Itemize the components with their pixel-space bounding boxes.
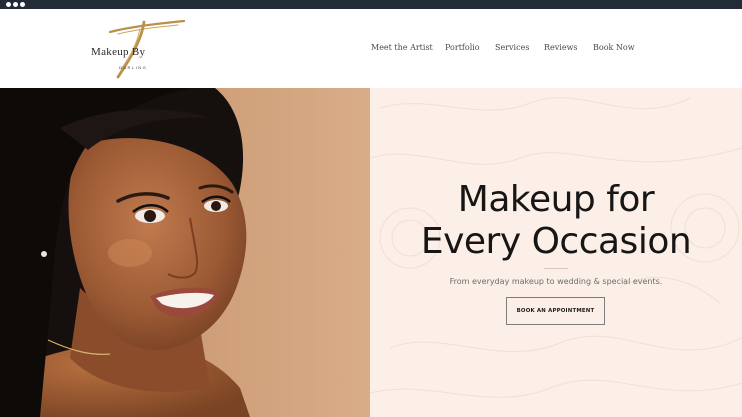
site-header: Makeup By DARLING Meet the Artist Portfo… [0,9,742,88]
hero-text-panel: Makeup for Every Occasion From everyday … [370,88,742,417]
hero-portrait-image [0,88,370,417]
logo-subtitle: DARLING [119,65,148,70]
main-navigation: Meet the Artist Portfolio Services Revie… [0,43,742,57]
book-appointment-button[interactable]: BOOK AN APPOINTMENT [506,297,605,325]
nav-link-book-now[interactable]: Book Now [593,43,635,52]
hero-heading-line-2: Every Occasion [420,221,692,262]
window-maximize-dot[interactable] [20,2,25,7]
window-minimize-dot[interactable] [13,2,18,7]
portrait-illustration [0,88,370,417]
browser-title-bar [0,0,742,9]
hero-section: Makeup for Every Occasion From everyday … [0,88,742,417]
nav-link-reviews[interactable]: Reviews [544,43,578,52]
book-appointment-label: BOOK AN APPOINTMENT [516,308,595,314]
nav-link-meet-the-artist[interactable]: Meet the Artist [371,43,433,52]
hero-heading-line-1: Makeup for [457,179,655,220]
window-close-dot[interactable] [6,2,11,7]
nav-link-portfolio[interactable]: Portfolio [445,43,480,52]
nav-link-services[interactable]: Services [495,43,529,52]
hero-subheading: From everyday makeup to wedding & specia… [449,277,663,286]
heading-divider [544,268,568,269]
